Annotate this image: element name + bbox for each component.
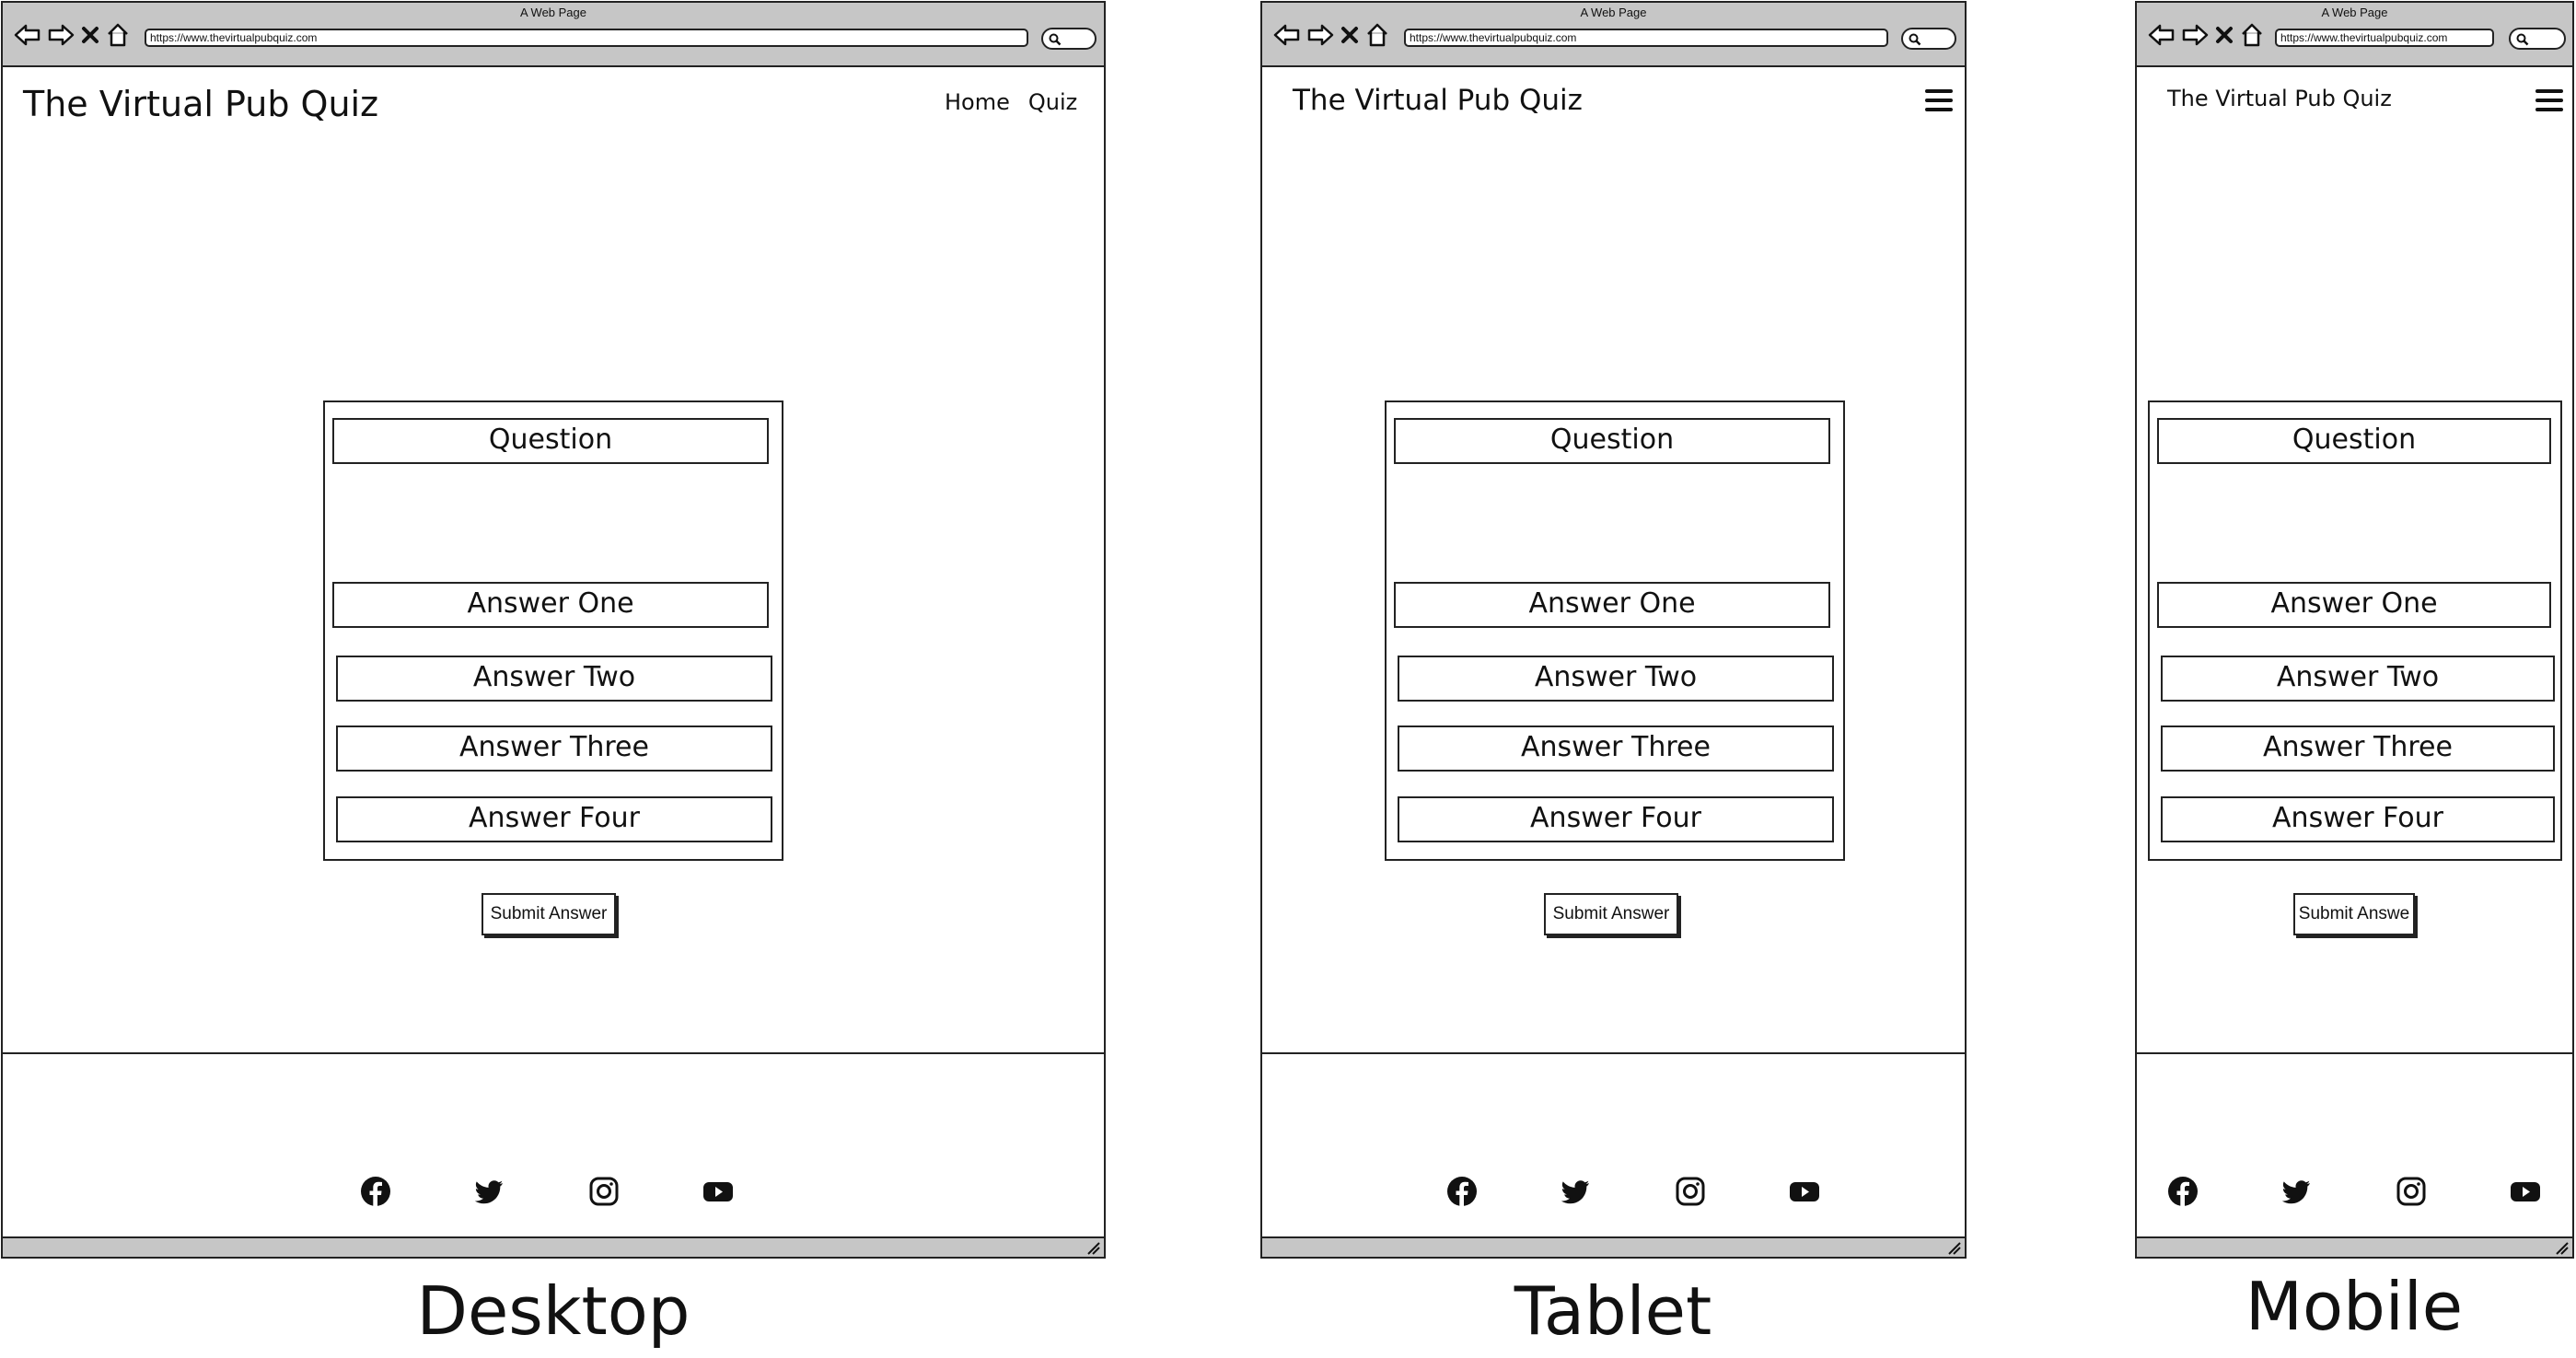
browser-window-title: A Web Page [1580,6,1647,19]
tablet-wireframe: A Web Page https://www.thevirtualpubquiz… [1260,1,1967,1259]
facebook-icon[interactable] [2167,1176,2199,1207]
browser-titlebar: A Web Page https://www.thevirtualpubquiz… [1262,3,1965,67]
back-arrow-icon[interactable] [2148,24,2176,46]
url-bar[interactable]: https://www.thevirtualpubquiz.com [145,29,1028,47]
quiz-card: Question Answer One Answer Two Answer Th… [323,400,783,861]
twitter-icon[interactable] [2281,1176,2313,1207]
facebook-icon[interactable] [1446,1176,1478,1207]
search-icon [1909,33,1921,46]
browser-search-field[interactable] [2509,28,2566,50]
answer-option[interactable]: Answer Four [1398,796,1834,842]
answer-option[interactable]: Answer Two [2161,656,2555,702]
browser-statusbar [3,1236,1104,1257]
browser-nav-buttons [1273,21,1389,49]
caption-mobile: Mobile [2245,1268,2464,1345]
submit-answer-button[interactable]: Submit Answer [1544,893,1678,935]
site-header: The Virtual Pub Quiz [1262,67,1965,141]
answer-option[interactable]: Answer Four [2161,796,2555,842]
site-title[interactable]: The Virtual Pub Quiz [2167,86,2392,111]
question-box: Question [1394,418,1830,464]
forward-arrow-icon[interactable] [2181,24,2209,46]
twitter-icon[interactable] [474,1176,505,1207]
nav-quiz-link[interactable]: Quiz [1028,89,1077,115]
browser-nav-buttons [14,21,130,49]
question-box: Question [332,418,769,464]
site-footer [3,1052,1104,1236]
instagram-icon[interactable] [2396,1176,2427,1207]
resize-grip-icon[interactable] [2554,1240,2569,1255]
nav-home-link[interactable]: Home [945,89,1010,115]
submit-answer-button[interactable]: Submit Answe [2293,893,2415,935]
answer-option[interactable]: Answer Two [1398,656,1834,702]
hamburger-menu-icon[interactable] [1925,89,1953,117]
home-icon[interactable] [106,23,130,47]
search-icon [2516,33,2529,46]
home-icon[interactable] [2240,23,2264,47]
stop-icon[interactable] [80,25,100,45]
browser-titlebar: A Web Page https://www.thevirtualpubquiz… [3,3,1104,67]
answer-option[interactable]: Answer Three [2161,725,2555,772]
browser-window-title: A Web Page [519,6,587,19]
stop-icon[interactable] [1340,25,1360,45]
answer-option[interactable]: Answer One [1394,582,1830,628]
site-title[interactable]: The Virtual Pub Quiz [23,84,378,124]
home-icon[interactable] [1365,23,1389,47]
url-bar[interactable]: https://www.thevirtualpubquiz.com [2275,29,2494,47]
back-arrow-icon[interactable] [14,24,41,46]
site-footer [2137,1052,2572,1236]
desktop-wireframe: A Web Page https://www.thevirtualpubquiz… [1,1,1106,1259]
forward-arrow-icon[interactable] [1306,24,1334,46]
youtube-icon[interactable] [702,1176,734,1207]
answer-option[interactable]: Answer Four [336,796,772,842]
facebook-icon[interactable] [360,1176,391,1207]
answer-option[interactable]: Answer Three [336,725,772,772]
twitter-icon[interactable] [1561,1176,1592,1207]
youtube-icon[interactable] [2510,1176,2541,1207]
hamburger-menu-icon[interactable] [2535,89,2563,117]
browser-statusbar [2137,1236,2572,1257]
resize-grip-icon[interactable] [1946,1240,1961,1255]
main-nav: Home Quiz [945,89,1077,115]
browser-statusbar [1262,1236,1965,1257]
caption-desktop: Desktop [416,1272,690,1350]
browser-nav-buttons [2148,21,2264,49]
site-header: The Virtual Pub Quiz Home Quiz [3,67,1104,141]
mobile-wireframe: A Web Page https://www.thevirtualpubquiz… [2135,1,2574,1259]
back-arrow-icon[interactable] [1273,24,1301,46]
stop-icon[interactable] [2214,25,2234,45]
instagram-icon[interactable] [1675,1176,1706,1207]
site-footer [1262,1052,1965,1236]
browser-search-field[interactable] [1041,28,1097,50]
answer-option[interactable]: Answer Three [1398,725,1834,772]
browser-window-title: A Web Page [2321,6,2388,19]
quiz-card: Question Answer One Answer Two Answer Th… [2148,400,2562,861]
caption-tablet: Tablet [1514,1272,1712,1350]
question-box: Question [2157,418,2551,464]
answer-option[interactable]: Answer One [2157,582,2551,628]
site-header: The Virtual Pub Quiz [2137,67,2572,141]
answer-option[interactable]: Answer One [332,582,769,628]
url-bar[interactable]: https://www.thevirtualpubquiz.com [1404,29,1888,47]
search-icon [1049,33,1062,46]
resize-grip-icon[interactable] [1085,1240,1100,1255]
answer-option[interactable]: Answer Two [336,656,772,702]
site-title[interactable]: The Virtual Pub Quiz [1293,84,1583,117]
youtube-icon[interactable] [1789,1176,1820,1207]
submit-answer-button[interactable]: Submit Answer [482,893,616,935]
browser-titlebar: A Web Page https://www.thevirtualpubquiz… [2137,3,2572,67]
forward-arrow-icon[interactable] [47,24,75,46]
browser-search-field[interactable] [1901,28,1956,50]
instagram-icon[interactable] [588,1176,620,1207]
quiz-card: Question Answer One Answer Two Answer Th… [1385,400,1845,861]
